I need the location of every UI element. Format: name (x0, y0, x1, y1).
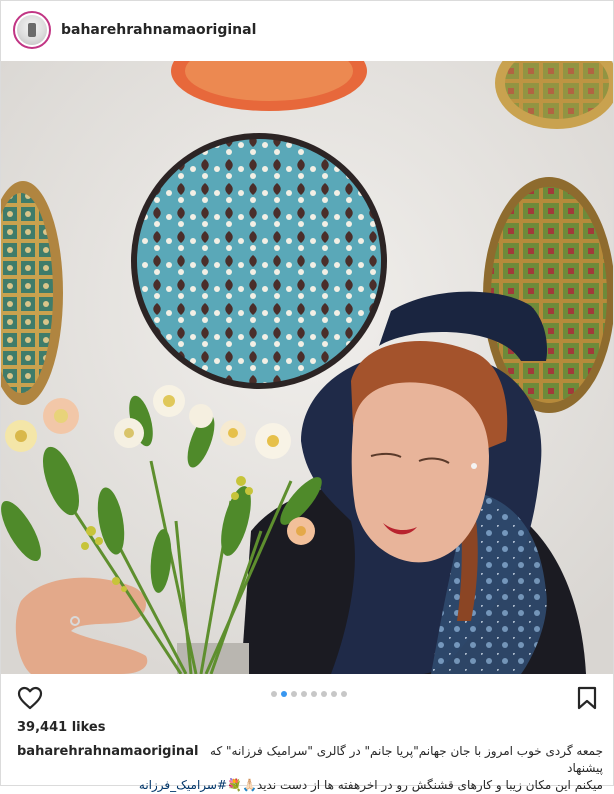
carousel-dot (281, 691, 287, 697)
carousel-dot (341, 691, 347, 697)
carousel-dot (311, 691, 317, 697)
post-photo[interactable] (1, 61, 613, 674)
caption-emoji: 🙏🏻💐 (227, 778, 257, 792)
heart-icon[interactable] (17, 686, 43, 710)
post-username[interactable]: baharehrahnamaoriginal (61, 22, 256, 38)
likes-count[interactable]: 39,441 likes (17, 720, 105, 735)
caption-hashtag[interactable]: #سرامیک_فرزانه (139, 778, 227, 792)
carousel-dot (291, 691, 297, 697)
carousel-dot (271, 691, 277, 697)
post-actions (1, 674, 613, 714)
caption-line2-text: میکنم این مکان زیبا و کارهای قشنگش رو در… (256, 778, 603, 792)
instagram-post: baharehrahnamaoriginal 39,441 likes baha… (0, 0, 614, 792)
caption-username[interactable]: baharehrahnamaoriginal (17, 743, 198, 760)
carousel-dot (321, 691, 327, 697)
caption-text-line1: جمعه گردی خوب امروز با جان جهانم"پریا جا… (210, 744, 603, 775)
post-header: baharehrahnamaoriginal (1, 1, 613, 61)
bookmark-icon[interactable] (577, 686, 597, 710)
post-caption: baharehrahnamaoriginal جمعه گردی خوب امر… (17, 743, 603, 794)
avatar-image (17, 15, 47, 45)
carousel-indicator (271, 691, 347, 697)
carousel-dot (331, 691, 337, 697)
carousel-dot (301, 691, 307, 697)
photo-illustration (1, 61, 613, 674)
profile-avatar[interactable] (13, 11, 51, 49)
